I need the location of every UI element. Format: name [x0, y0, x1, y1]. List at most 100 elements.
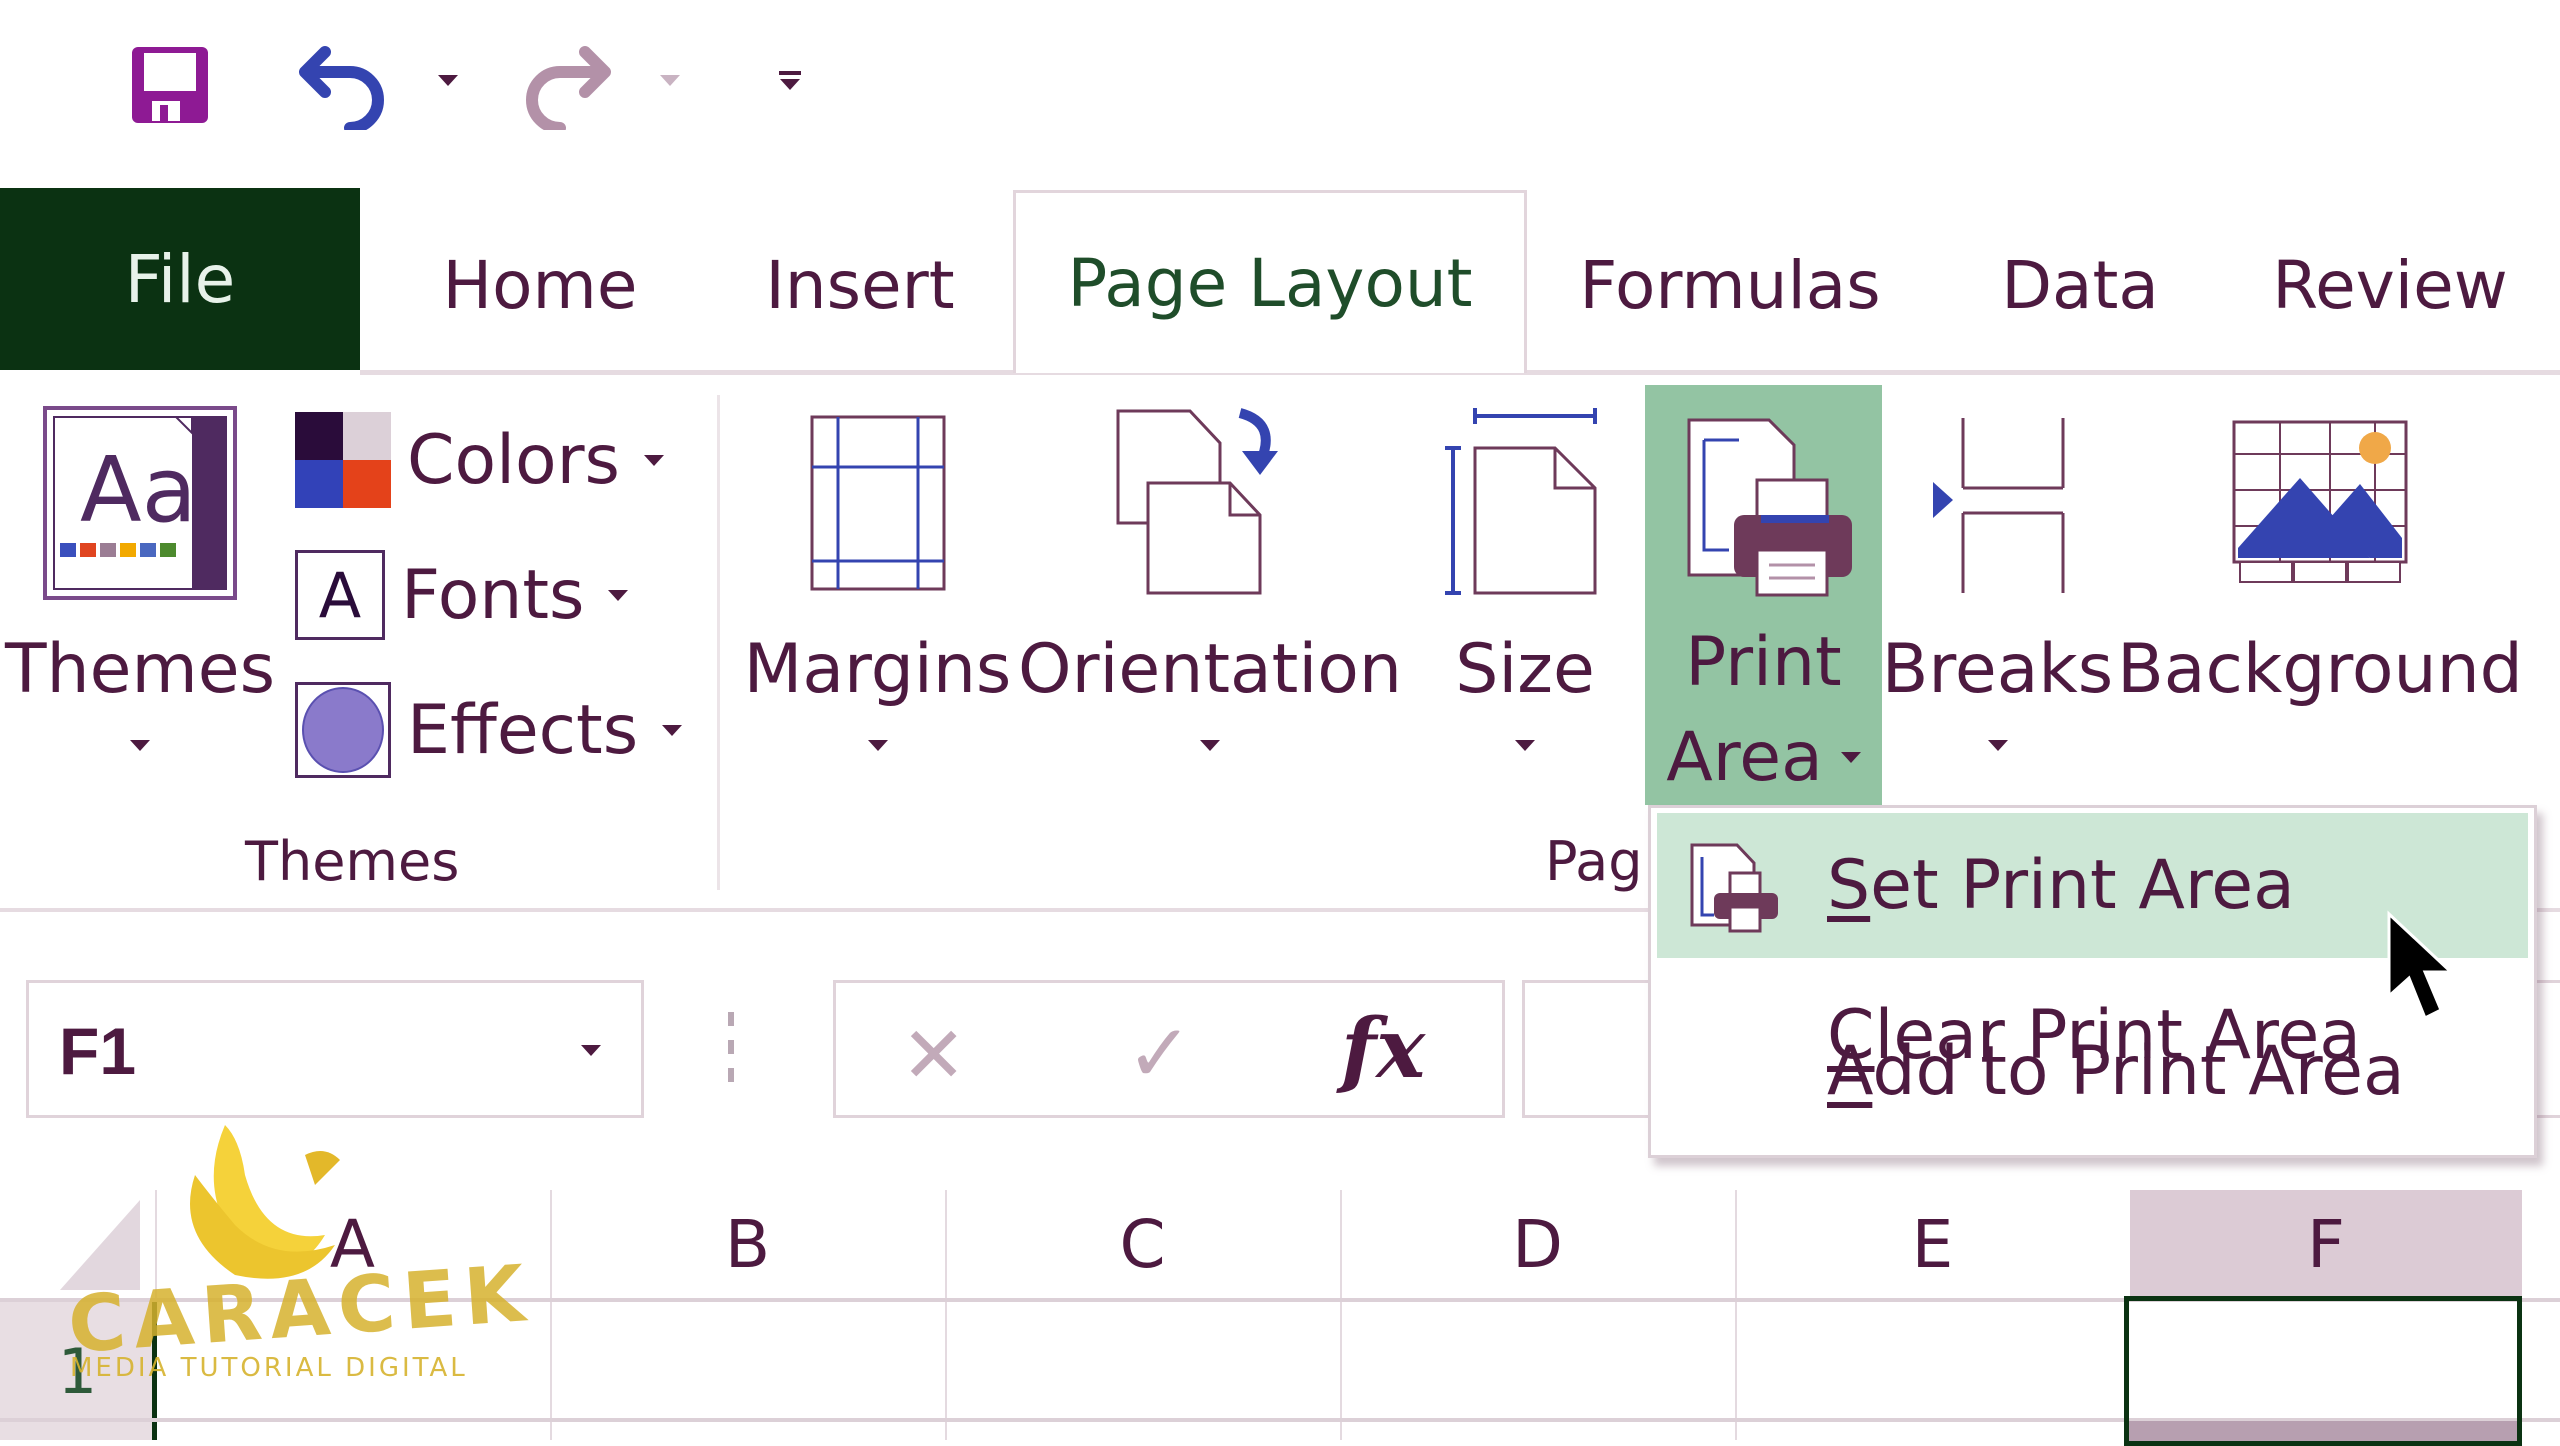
selected-cell-f1[interactable] — [2124, 1296, 2522, 1446]
redo-dropdown[interactable] — [650, 60, 690, 100]
effects-icon — [295, 682, 391, 778]
chevron-down-icon — [608, 589, 629, 601]
background-icon — [2230, 385, 2410, 620]
insert-function-button[interactable]: fx — [1341, 1001, 1425, 1097]
tab-review[interactable]: Review — [2260, 200, 2520, 370]
column-header-b[interactable]: B — [550, 1190, 945, 1298]
column-label: C — [1119, 1205, 1166, 1283]
column-label: D — [1512, 1205, 1563, 1283]
chevron-down-icon — [1840, 752, 1861, 763]
chevron-down-icon — [1515, 740, 1535, 751]
tab-label: Review — [2272, 246, 2508, 324]
chevron-down-icon — [643, 454, 664, 466]
set-print-area-icon — [1690, 843, 1778, 933]
tab-insert[interactable]: Insert — [720, 200, 1000, 370]
tab-label: Insert — [765, 246, 955, 324]
fonts-button[interactable]: A Fonts — [295, 540, 629, 650]
chevron-down-icon — [1200, 740, 1220, 751]
tab-label: File — [124, 240, 236, 318]
mouse-cursor-icon — [2387, 910, 2455, 1021]
colors-icon — [295, 412, 391, 508]
column-label: F — [2307, 1205, 2345, 1283]
redo-icon — [526, 46, 611, 130]
undo-icon — [299, 46, 384, 130]
tab-label: Home — [442, 246, 638, 324]
tab-formulas[interactable]: Formulas — [1560, 200, 1900, 370]
column-label: B — [724, 1205, 771, 1283]
name-box-value: F1 — [59, 1014, 137, 1088]
size-button[interactable]: Size — [1425, 385, 1625, 805]
column-header-a[interactable]: A — [155, 1190, 550, 1298]
tab-home[interactable]: Home — [400, 200, 680, 370]
tab-label: Data — [2001, 246, 2159, 324]
redo-button[interactable] — [510, 35, 620, 135]
svg-text:Aa: Aa — [80, 438, 197, 543]
save-icon — [132, 47, 208, 123]
menu-item-label: Set Print Area — [1827, 846, 2295, 925]
customize-qat-button[interactable] — [770, 55, 810, 105]
chevron-down-icon — [867, 740, 888, 751]
effects-button[interactable]: Effects — [295, 675, 683, 785]
fonts-label: Fonts — [401, 555, 585, 635]
label-rest: dd to Print Area — [1872, 1032, 2405, 1111]
column-label: A — [329, 1205, 376, 1283]
select-all-button[interactable] — [0, 1190, 155, 1298]
breaks-label: Breaks — [1881, 630, 2114, 709]
column-header-d[interactable]: D — [1340, 1190, 1735, 1298]
column-label: E — [1911, 1205, 1954, 1283]
formula-bar-grip[interactable] — [728, 1012, 736, 1082]
print-area-label-line1: Print — [1685, 623, 1842, 702]
orientation-icon — [1110, 385, 1310, 620]
themes-button[interactable]: Aa Themes — [5, 385, 275, 805]
breaks-icon — [1913, 385, 2083, 620]
cancel-icon[interactable]: ✕ — [901, 1011, 966, 1101]
background-button[interactable]: Background — [2117, 385, 2523, 805]
margins-icon — [808, 385, 948, 620]
themes-group-label: Themes — [245, 830, 460, 893]
save-button[interactable] — [120, 35, 220, 135]
breaks-button[interactable]: Breaks — [1882, 385, 2113, 805]
row-1-cells[interactable] — [157, 1302, 2130, 1418]
orientation-button[interactable]: Orientation — [1018, 385, 1402, 805]
size-label: Size — [1455, 630, 1595, 709]
orientation-label: Orientation — [1018, 630, 1402, 709]
print-area-button[interactable]: Print Area — [1645, 385, 1882, 805]
print-area-label-line2: Area — [1666, 718, 1823, 797]
accelerator-key: A — [1827, 1032, 1873, 1111]
themes-label: Themes — [5, 630, 275, 709]
chevron-down-icon — [130, 740, 150, 751]
undo-dropdown[interactable] — [428, 60, 468, 100]
size-icon — [1445, 385, 1605, 620]
row-label: 1 — [57, 1334, 98, 1408]
margins-button[interactable]: Margins — [743, 385, 1012, 805]
name-box[interactable]: F1 — [26, 980, 644, 1118]
effects-label: Effects — [407, 690, 639, 770]
colors-button[interactable]: Colors — [295, 405, 664, 515]
margins-label: Margins — [743, 630, 1012, 709]
tab-file[interactable]: File — [0, 188, 360, 370]
page-setup-group-label: Pag — [1545, 830, 1643, 893]
label-rest: et Print Area — [1870, 846, 2295, 925]
fonts-icon: A — [295, 550, 385, 640]
chevron-down-icon — [581, 1045, 601, 1056]
themes-icon: Aa — [40, 385, 240, 620]
colors-label: Colors — [407, 420, 620, 500]
tab-label: Formulas — [1579, 246, 1881, 324]
column-header-f[interactable]: F — [2130, 1190, 2522, 1298]
chevron-down-icon — [438, 74, 458, 86]
select-all-triangle-icon — [60, 1200, 140, 1290]
enter-icon[interactable]: ✓ — [1126, 1007, 1193, 1100]
background-label: Background — [2117, 630, 2523, 709]
tab-data[interactable]: Data — [1960, 200, 2200, 370]
customize-qat-icon — [779, 70, 801, 90]
tab-page-layout[interactable]: Page Layout — [1013, 190, 1527, 373]
tab-label: Page Layout — [1067, 244, 1473, 322]
print-area-icon — [1669, 385, 1859, 615]
undo-button[interactable] — [290, 35, 400, 135]
chevron-down-icon — [660, 74, 680, 86]
chevron-down-icon — [1987, 740, 2008, 751]
column-header-c[interactable]: C — [945, 1190, 1340, 1298]
column-header-e[interactable]: E — [1735, 1190, 2130, 1298]
menu-item-label: Add to Print Area — [1827, 1032, 2405, 1111]
chevron-down-icon — [662, 724, 683, 736]
